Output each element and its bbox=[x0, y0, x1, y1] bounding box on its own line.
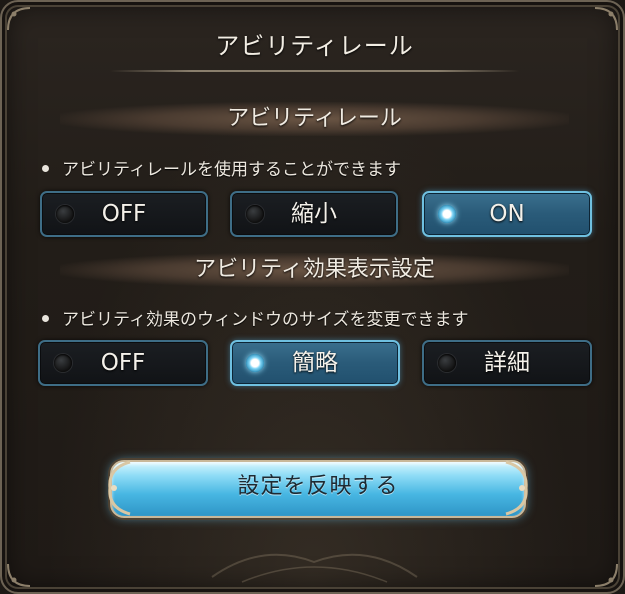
description-text: アビリティレールを使用することができます bbox=[62, 160, 401, 180]
option-label: 縮小 bbox=[291, 201, 337, 227]
apply-button-label: 設定を反映する bbox=[237, 474, 399, 499]
corner-ornament-icon bbox=[593, 562, 619, 588]
corner-ornament-icon bbox=[6, 562, 32, 588]
description-text: アビリティ効果のウィンドウのサイズを変更できます bbox=[62, 310, 469, 330]
section-header-ability-rail: アビリティレール bbox=[60, 102, 569, 136]
effect-option-detail[interactable]: 詳細 bbox=[422, 340, 592, 386]
title-divider bbox=[110, 70, 519, 72]
section-description: アビリティ効果のウィンドウのサイズを変更できます bbox=[42, 305, 468, 330]
decorative-flourish bbox=[211, 553, 418, 583]
option-label: OFF bbox=[100, 350, 146, 376]
apply-settings-button[interactable]: 設定を反映する bbox=[108, 460, 528, 518]
ability-rail-dialog: アビリティレール アビリティレール アビリティレールを使用することができます O… bbox=[0, 0, 625, 594]
option-label: ON bbox=[489, 201, 525, 227]
section-header-ability-effect: アビリティ効果表示設定 bbox=[60, 253, 569, 287]
effect-option-simple[interactable]: 簡略 bbox=[230, 340, 400, 386]
effect-option-off[interactable]: OFF bbox=[38, 340, 208, 386]
bullet-icon bbox=[42, 314, 49, 322]
option-label: 詳細 bbox=[484, 350, 530, 376]
rail-option-on[interactable]: ON bbox=[422, 191, 592, 237]
section-description: アビリティレールを使用することができます bbox=[42, 155, 401, 180]
option-label: 簡略 bbox=[292, 350, 338, 376]
rail-option-shrink[interactable]: 縮小 bbox=[230, 191, 398, 237]
dialog-title: アビリティレール bbox=[215, 32, 414, 60]
rail-option-off[interactable]: OFF bbox=[40, 191, 208, 237]
bullet-icon bbox=[42, 164, 49, 172]
option-label: OFF bbox=[101, 201, 147, 227]
